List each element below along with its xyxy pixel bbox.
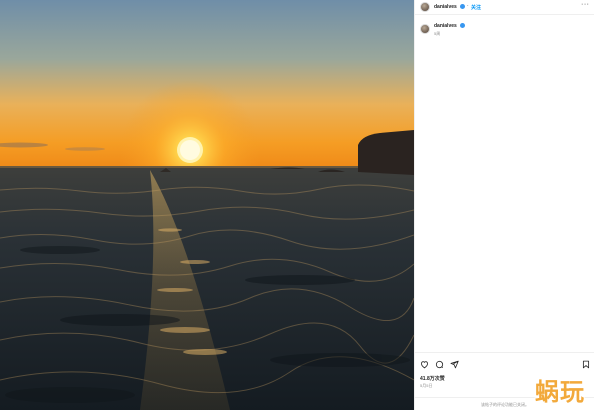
post-header: danialves · 关注 ··· [415,0,594,15]
post-time-ago: 5周 [434,31,441,36]
verified-badge-icon [460,4,465,9]
caption-verified-badge-icon [460,23,465,28]
sunset-sea-photo [0,0,414,410]
post-side-panel: danialves · 关注 ··· danialves 5周 41.8万次赞 … [415,0,594,410]
header-username[interactable]: danialves [434,4,457,10]
share-icon[interactable] [450,360,459,369]
separator-dot: · [467,3,469,9]
watermark-text: 蜗玩 [535,378,585,406]
caption-avatar[interactable] [420,24,430,34]
caption-username[interactable]: danialves [434,23,457,29]
avatar[interactable] [420,2,430,12]
heart-icon[interactable] [420,360,429,369]
post-date: 5月5日 [420,383,433,388]
more-options-icon[interactable]: ··· [581,1,590,8]
likes-count[interactable]: 41.8万次赞 [420,375,445,382]
comment-icon[interactable] [435,360,444,369]
post-photo[interactable] [0,0,414,410]
site-watermark-logo: 蜗玩 [520,368,592,408]
follow-button[interactable]: 关注 [471,4,481,11]
